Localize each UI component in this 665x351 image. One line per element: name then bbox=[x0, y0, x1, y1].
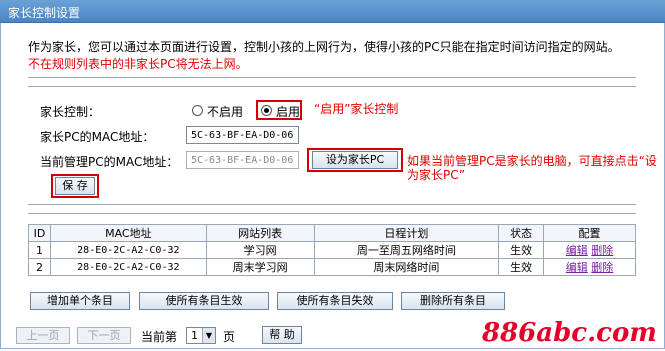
help-button[interactable]: 帮 助 bbox=[262, 326, 302, 344]
enable-note: “启用”家长控制 bbox=[314, 102, 399, 116]
divider bbox=[28, 86, 636, 87]
row-schedule: 周一至周五网络时间 bbox=[313, 241, 500, 259]
edit-link[interactable]: 编辑 bbox=[566, 261, 588, 274]
row-status: 生效 bbox=[498, 258, 545, 276]
column-header: 配置 bbox=[543, 224, 636, 242]
enable-radio-label: 启用 bbox=[276, 105, 301, 119]
page-suffix: 页 bbox=[223, 330, 236, 344]
control-label: 家长控制： bbox=[40, 105, 101, 119]
page-select-value: 1 bbox=[191, 329, 198, 342]
set-parent-note-line2: 为家长PC” bbox=[407, 168, 466, 182]
intro-warning: 不在规则列表中的非家长PC将无法上网。 bbox=[28, 57, 248, 71]
disable-all-button[interactable]: 使所有条目失效 bbox=[277, 292, 393, 310]
page-title: 家长控制设置 bbox=[8, 6, 81, 20]
page-select[interactable]: 1 ▼ bbox=[186, 327, 216, 344]
enable-all-button[interactable]: 使所有条目生效 bbox=[139, 292, 269, 310]
rules-table: ID MAC地址 网站列表 日程计划 状态 配置 1 28-E0-2C-A2-C… bbox=[28, 224, 636, 276]
row-sites: 学习网 bbox=[205, 241, 315, 259]
add-entry-button[interactable]: 增加单个条目 bbox=[30, 292, 130, 310]
divider bbox=[28, 213, 636, 214]
column-header: 日程计划 bbox=[313, 224, 500, 242]
delete-link[interactable]: 删除 bbox=[591, 244, 613, 257]
table-header-row: ID MAC地址 网站列表 日程计划 状态 配置 bbox=[28, 224, 636, 242]
enable-radio[interactable] bbox=[261, 105, 272, 116]
column-header: 网站列表 bbox=[205, 224, 315, 242]
save-button[interactable]: 保 存 bbox=[55, 177, 95, 195]
disable-radio-label: 不启用 bbox=[207, 105, 244, 119]
intro-text: 作为家长，您可以通过本页面进行设置，控制小孩的上网行为，使得小孩的PC只能在指定… bbox=[28, 40, 620, 54]
row-actions: 编辑 删除 bbox=[543, 241, 636, 259]
row-mac: 28-E0-2C-A2-C0-32 bbox=[49, 258, 207, 276]
prev-page-button[interactable]: 上一页 bbox=[16, 327, 70, 344]
chevron-down-icon: ▼ bbox=[202, 328, 215, 343]
row-id: 1 bbox=[28, 241, 51, 259]
column-header: MAC地址 bbox=[49, 224, 207, 242]
parent-mac-label: 家长PC的MAC地址： bbox=[40, 130, 155, 144]
row-mac: 28-E0-2C-A2-C0-32 bbox=[49, 241, 207, 259]
current-mac-label: 当前管理PC的MAC地址： bbox=[40, 155, 179, 169]
watermark-logo: 886abc.com bbox=[482, 318, 657, 348]
set-parent-pc-button[interactable]: 设为家长PC bbox=[312, 151, 398, 169]
delete-all-button[interactable]: 删除所有条目 bbox=[401, 292, 505, 310]
page-header: 家长控制设置 bbox=[0, 0, 665, 23]
divider bbox=[28, 204, 636, 205]
table-row: 2 28-E0-2C-A2-C0-32 周末学习网 周末网络时间 生效 编辑 删… bbox=[28, 258, 636, 276]
table-row: 1 28-E0-2C-A2-C0-32 学习网 周一至周五网络时间 生效 编辑 … bbox=[28, 241, 636, 259]
disable-radio[interactable] bbox=[192, 105, 203, 116]
current-page-label: 当前第 bbox=[141, 330, 178, 344]
row-schedule: 周末网络时间 bbox=[313, 258, 500, 276]
delete-link[interactable]: 删除 bbox=[591, 261, 613, 274]
column-header: ID bbox=[28, 224, 51, 242]
current-mac-input bbox=[186, 151, 299, 169]
edit-link[interactable]: 编辑 bbox=[566, 244, 588, 257]
row-status: 生效 bbox=[498, 241, 545, 259]
parent-mac-input[interactable] bbox=[186, 126, 299, 144]
next-page-button[interactable]: 下一页 bbox=[77, 327, 131, 344]
row-sites: 周末学习网 bbox=[205, 258, 315, 276]
divider bbox=[28, 77, 636, 78]
row-actions: 编辑 删除 bbox=[543, 258, 636, 276]
row-id: 2 bbox=[28, 258, 51, 276]
column-header: 状态 bbox=[498, 224, 545, 242]
